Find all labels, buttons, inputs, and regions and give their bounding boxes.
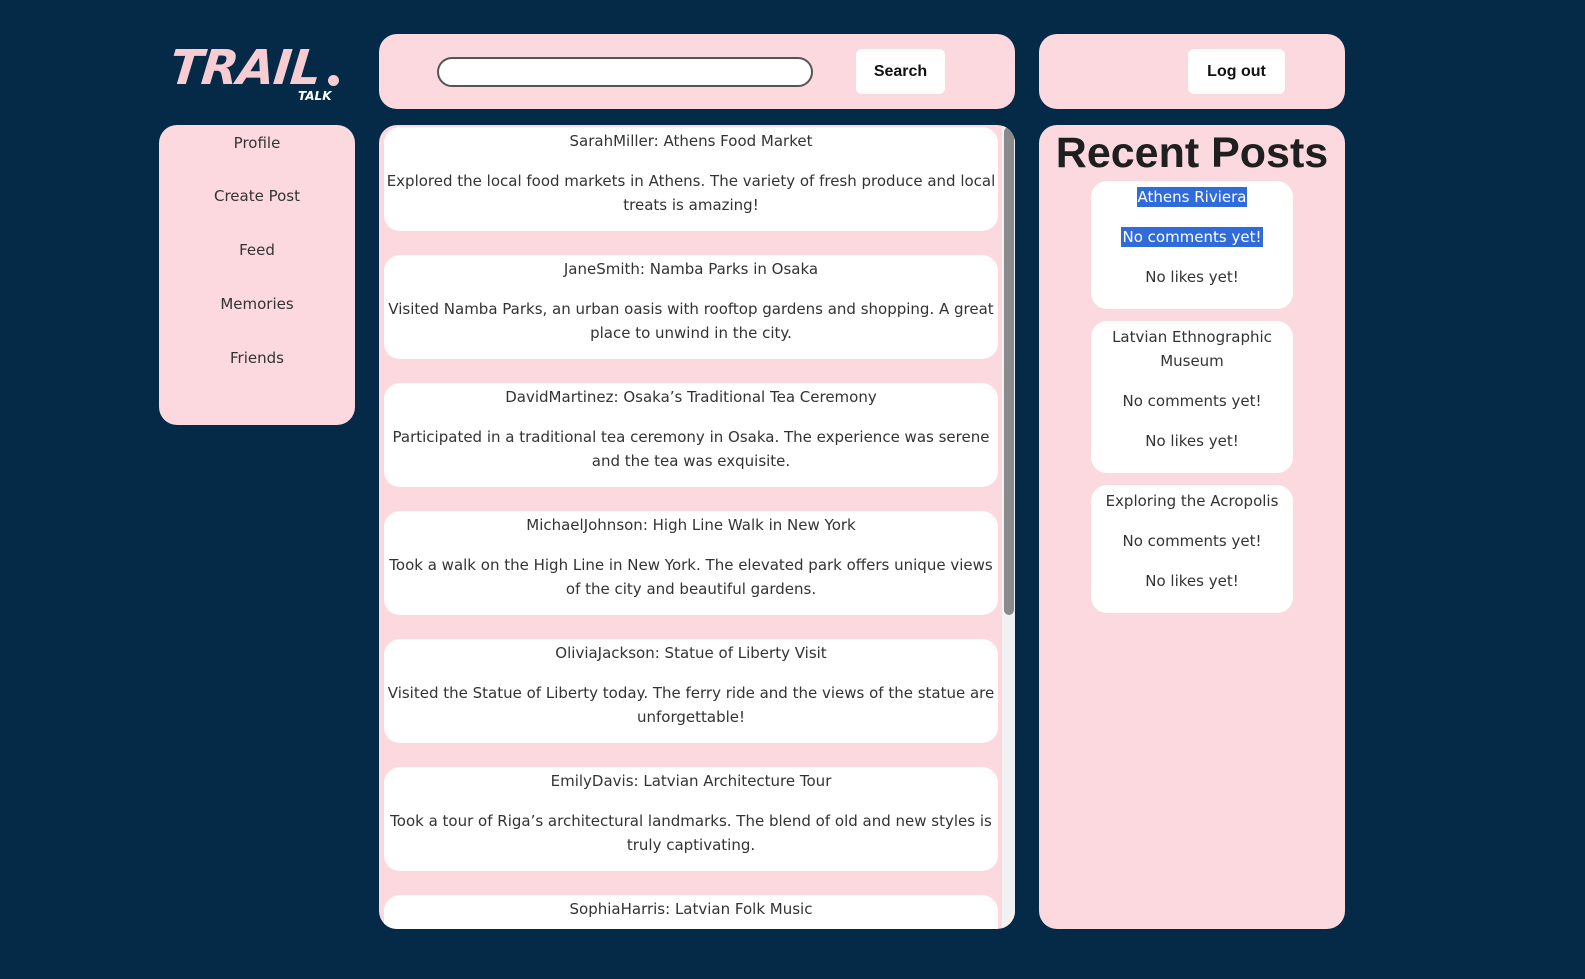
recent-post-title: Athens Riviera xyxy=(1136,187,1248,207)
post-title: SarahMiller: Athens Food Market xyxy=(569,132,813,150)
search-bar: Search xyxy=(379,34,1015,109)
feed-post[interactable]: SarahMiller: Athens Food Market Explored… xyxy=(384,127,998,231)
search-button[interactable]: Search xyxy=(856,49,945,94)
recent-posts-heading: Recent Posts xyxy=(1055,129,1329,177)
logout-button[interactable]: Log out xyxy=(1188,49,1285,94)
recent-post-card[interactable]: Exploring the Acropolis No comments yet!… xyxy=(1091,485,1293,613)
recent-posts-panel: Recent Posts Athens Riviera No comments … xyxy=(1039,125,1345,929)
sidebar-item-profile[interactable]: Profile xyxy=(159,134,355,152)
sidebar-item-friends[interactable]: Friends xyxy=(159,349,355,367)
recent-post-comments: No comments yet! xyxy=(1121,227,1263,247)
recent-post-likes: No likes yet! xyxy=(1145,572,1239,590)
post-body: Visited the Statue of Liberty today. The… xyxy=(387,684,995,726)
feed-post[interactable]: DavidMartinez: Osaka’s Traditional Tea C… xyxy=(384,383,998,487)
search-input[interactable] xyxy=(437,57,813,87)
post-title: MichaelJohnson: High Line Walk in New Yo… xyxy=(526,516,856,534)
recent-post-card[interactable]: Athens Riviera No comments yet! No likes… xyxy=(1091,181,1293,309)
feed-post[interactable]: OliviaJackson: Statue of Liberty Visit V… xyxy=(384,639,998,743)
account-bar: Log out xyxy=(1039,34,1345,109)
trail-talk-logo: TRAIL TALK xyxy=(167,40,345,110)
recent-post-likes: No likes yet! xyxy=(1145,432,1239,450)
feed-post[interactable]: EmilyDavis: Latvian Architecture Tour To… xyxy=(384,767,998,871)
post-title: JaneSmith: Namba Parks in Osaka xyxy=(563,260,819,278)
recent-post-comments: No comments yet! xyxy=(1122,392,1262,410)
post-body: Took a tour of Riga’s architectural land… xyxy=(390,812,992,854)
feed-post[interactable]: JaneSmith: Namba Parks in Osaka Visited … xyxy=(384,255,998,359)
post-title: OliviaJackson: Statue of Liberty Visit xyxy=(555,644,827,662)
post-title: DavidMartinez: Osaka’s Traditional Tea C… xyxy=(505,388,877,406)
recent-post-title: Exploring the Acropolis xyxy=(1105,492,1279,510)
logo-sub-text: TALK xyxy=(298,89,332,103)
post-body: Participated in a traditional tea ceremo… xyxy=(392,428,990,470)
recent-post-comments: No comments yet! xyxy=(1122,532,1262,550)
recent-post-card[interactable]: Latvian Ethnographic Museum No comments … xyxy=(1091,321,1293,473)
recent-post-likes: No likes yet! xyxy=(1145,268,1239,286)
sidebar-item-feed[interactable]: Feed xyxy=(159,241,355,259)
post-body: Took a walk on the High Line in New York… xyxy=(389,556,993,598)
feed-panel[interactable]: SarahMiller: Athens Food Market Explored… xyxy=(379,125,1015,929)
post-body: Explored the local food markets in Athen… xyxy=(386,172,996,214)
logo-main-text: TRAIL xyxy=(167,40,324,96)
logo-dot xyxy=(328,75,339,86)
feed-post[interactable]: SophiaHarris: Latvian Folk Music xyxy=(384,895,998,929)
sidebar-item-memories[interactable]: Memories xyxy=(159,295,355,313)
feed-scrollbar-thumb[interactable] xyxy=(1004,127,1014,615)
feed-post[interactable]: MichaelJohnson: High Line Walk in New Yo… xyxy=(384,511,998,615)
recent-post-title: Latvian Ethnographic Museum xyxy=(1112,328,1272,370)
post-title: SophiaHarris: Latvian Folk Music xyxy=(569,900,813,918)
sidebar-nav: Profile Create Post Feed Memories Friend… xyxy=(159,125,355,425)
feed-list: SarahMiller: Athens Food Market Explored… xyxy=(384,127,998,929)
post-title: EmilyDavis: Latvian Architecture Tour xyxy=(550,772,832,790)
post-body: Visited Namba Parks, an urban oasis with… xyxy=(388,300,994,342)
sidebar-item-create-post[interactable]: Create Post xyxy=(159,187,355,205)
